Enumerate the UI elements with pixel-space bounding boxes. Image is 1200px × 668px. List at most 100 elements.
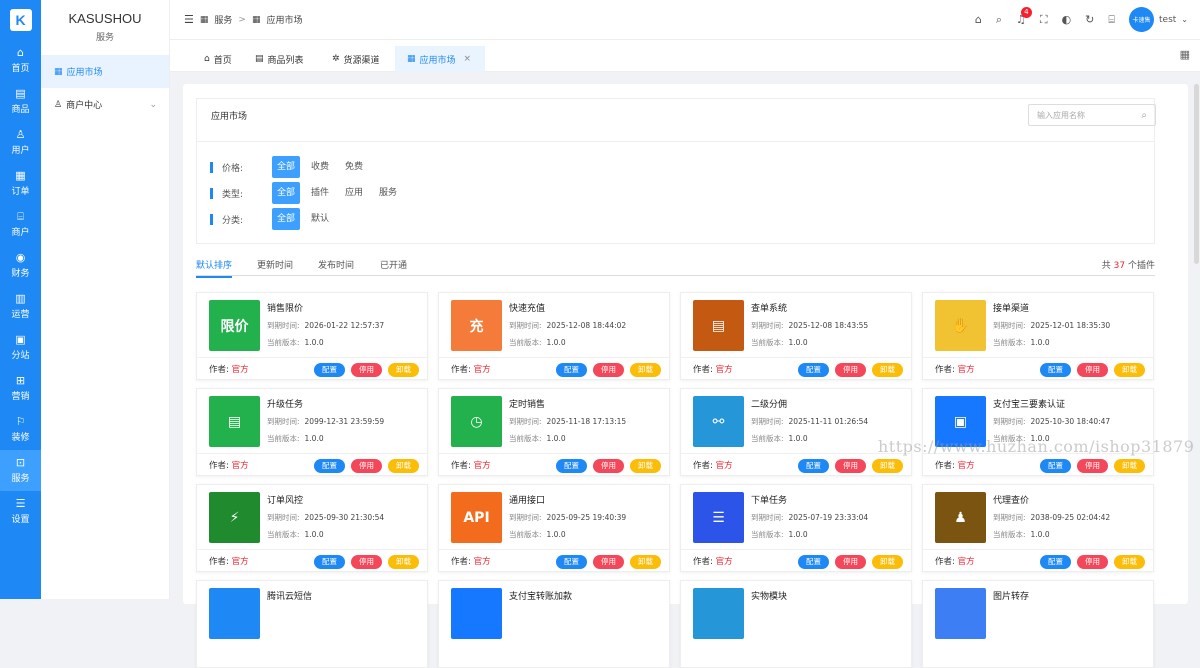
breadcrumb-service[interactable]: 服务 [214, 13, 232, 26]
config-button[interactable]: 配置 [798, 459, 829, 473]
sidebar-item-merchant-center[interactable]: ♙ 商户中心 ⌄ [41, 88, 169, 121]
tab-app-market[interactable]: ▦ 应用市场 × [395, 46, 485, 72]
uninstall-button[interactable]: 卸载 [630, 363, 661, 377]
disable-button[interactable]: 停用 [1077, 459, 1108, 473]
sidebar-item-app-market[interactable]: ▦ 应用市场 [41, 55, 169, 88]
plugin-card[interactable]: 腾讯云短信 [196, 580, 428, 668]
rail-item-3[interactable]: ▦ 订单 [0, 163, 41, 204]
scrollbar[interactable] [1194, 84, 1199, 264]
plugin-card[interactable]: ♟ 代理查价 到期时间: 2038-09-25 02:04:42 当前版本: 1.0.0 作… [922, 484, 1154, 572]
plugin-card[interactable]: ☰ 下单任务 到期时间: 2025-07-19 23:33:04 当前版本: 1.0.0 作… [680, 484, 912, 572]
filter-chip[interactable]: 默认 [306, 208, 334, 230]
config-button[interactable]: 配置 [556, 555, 587, 569]
plugin-card[interactable]: API 通用接口 到期时间: 2025-09-25 19:40:39 当前版本: 1.0.… [438, 484, 670, 572]
filter-chip[interactable]: 服务 [374, 182, 402, 204]
plugin-card[interactable]: 支付宝转账加款 [438, 580, 670, 668]
uninstall-button[interactable]: 卸载 [630, 555, 661, 569]
filter-chip[interactable]: 全部 [272, 156, 301, 178]
disable-button[interactable]: 停用 [351, 555, 382, 569]
filter-chip[interactable]: 插件 [306, 182, 334, 204]
refresh-icon[interactable]: ↻ [1085, 13, 1094, 26]
config-button[interactable]: 配置 [1040, 459, 1071, 473]
uninstall-button[interactable]: 卸载 [872, 459, 903, 473]
disable-button[interactable]: 停用 [351, 459, 382, 473]
rail-item-11[interactable]: ☰ 设置 [0, 491, 41, 532]
rail-item-9[interactable]: ⚐ 装修 [0, 409, 41, 450]
filter-chip[interactable]: 免费 [340, 156, 368, 178]
uninstall-button[interactable]: 卸载 [872, 363, 903, 377]
filter-chip[interactable]: 全部 [272, 182, 301, 204]
config-button[interactable]: 配置 [556, 363, 587, 377]
close-icon[interactable]: × [464, 54, 472, 64]
uninstall-button[interactable]: 卸载 [388, 555, 419, 569]
search-input[interactable]: 输入应用名称 ⌕ [1028, 104, 1156, 126]
disable-button[interactable]: 停用 [593, 555, 624, 569]
disable-button[interactable]: 停用 [1077, 363, 1108, 377]
plugin-card[interactable]: ⚯ 二级分佣 到期时间: 2025-11-11 01:26:54 当前版本: 1.0.0 作… [680, 388, 912, 476]
tab-home[interactable]: ⌂ 首页 [192, 46, 244, 72]
disable-button[interactable]: 停用 [351, 363, 382, 377]
plugin-card[interactable]: 充 快速充值 到期时间: 2025-12-08 18:44:02 当前版本: 1.0.0 作… [438, 292, 670, 380]
plugin-card[interactable]: ▤ 升级任务 到期时间: 2099-12-31 23:59:59 当前版本: 1.0.0 作… [196, 388, 428, 476]
version-row: 当前版本: 1.0.0 [267, 337, 324, 348]
config-button[interactable]: 配置 [1040, 363, 1071, 377]
config-button[interactable]: 配置 [314, 363, 345, 377]
disable-button[interactable]: 停用 [835, 363, 866, 377]
filter-chip[interactable]: 收费 [306, 156, 334, 178]
rail-item-1[interactable]: ▤ 商品 [0, 81, 41, 122]
config-button[interactable]: 配置 [314, 555, 345, 569]
plugin-card[interactable]: 实物模块 [680, 580, 912, 668]
uninstall-button[interactable]: 卸载 [388, 459, 419, 473]
plugin-card[interactable]: ✋ 接单渠道 到期时间: 2025-12-01 18:35:30 当前版本: 1.0.0 作… [922, 292, 1154, 380]
uninstall-button[interactable]: 卸载 [1114, 363, 1145, 377]
palette-icon[interactable]: ◐ [1062, 13, 1072, 26]
rail-icon: ◉ [15, 251, 26, 264]
rail-item-2[interactable]: ♙ 用户 [0, 122, 41, 163]
disable-button[interactable]: 停用 [835, 555, 866, 569]
config-button[interactable]: 配置 [1040, 555, 1071, 569]
config-button[interactable]: 配置 [798, 363, 829, 377]
sort-default[interactable]: 默认排序 [196, 258, 233, 278]
uninstall-button[interactable]: 卸载 [872, 555, 903, 569]
rail-item-10[interactable]: ⊡ 服务 [0, 450, 41, 491]
plugin-card[interactable]: ▣ 支付宝三要素认证 到期时间: 2025-10-30 18:40:47 当前版本: 1.… [922, 388, 1154, 476]
rail-item-4[interactable]: ⌸ 商户 [0, 204, 41, 245]
uninstall-button[interactable]: 卸载 [388, 363, 419, 377]
config-button[interactable]: 配置 [314, 459, 345, 473]
plugin-card[interactable]: ⚡ 订单风控 到期时间: 2025-09-30 21:30:54 当前版本: 1.0.0 作… [196, 484, 428, 572]
disable-button[interactable]: 停用 [593, 459, 624, 473]
plugin-card[interactable]: 图片转存 [922, 580, 1154, 668]
disable-button[interactable]: 停用 [835, 459, 866, 473]
home-icon[interactable]: ⌂ [975, 13, 982, 26]
uninstall-button[interactable]: 卸载 [1114, 555, 1145, 569]
disable-button[interactable]: 停用 [593, 363, 624, 377]
tab-supply-channel[interactable]: ✲ 货源渠道 [320, 46, 392, 72]
grid-icon[interactable]: ▦ [1180, 48, 1190, 61]
plugin-card[interactable]: ▤ 查单系统 到期时间: 2025-12-08 18:43:55 当前版本: 1.0.0 作… [680, 292, 912, 380]
rail-item-7[interactable]: ▣ 分站 [0, 327, 41, 368]
user-menu[interactable]: 卡速售 test ⌄ [1129, 7, 1188, 32]
plugin-card[interactable]: ◷ 定时销售 到期时间: 2025-11-18 17:13:15 当前版本: 1.0.0 作… [438, 388, 670, 476]
rail-item-5[interactable]: ◉ 财务 [0, 245, 41, 286]
filter-chip[interactable]: 应用 [340, 182, 368, 204]
rail-item-8[interactable]: ⊞ 营销 [0, 368, 41, 409]
rail-item-0[interactable]: ⌂ 首页 [0, 40, 41, 81]
fullscreen-icon[interactable]: ⛶ [1040, 13, 1048, 27]
search-icon[interactable]: ⌕ [996, 13, 1002, 27]
sort-update-time[interactable]: 更新时间 [257, 258, 293, 271]
config-button[interactable]: 配置 [556, 459, 587, 473]
rail-item-6[interactable]: ▥ 运营 [0, 286, 41, 327]
version-label: 当前版本: [751, 530, 784, 539]
disable-button[interactable]: 停用 [1077, 555, 1108, 569]
sort-activated[interactable]: 已开通 [380, 258, 407, 271]
sort-publish-time[interactable]: 发布时间 [318, 258, 354, 271]
config-button[interactable]: 配置 [798, 555, 829, 569]
collapse-menu-icon[interactable]: ☰ [184, 13, 194, 26]
plugin-card[interactable]: 限价 销售限价 到期时间: 2026-01-22 12:57:37 当前版本: 1.0.0… [196, 292, 428, 380]
store-icon[interactable]: ⌸ [1108, 13, 1115, 27]
filter-chip[interactable]: 全部 [272, 208, 301, 230]
uninstall-button[interactable]: 卸载 [630, 459, 661, 473]
bell-icon[interactable]: ♫ 4 [1016, 7, 1032, 26]
uninstall-button[interactable]: 卸载 [1114, 459, 1145, 473]
tab-product-list[interactable]: ▤ 商品列表 [243, 46, 316, 72]
